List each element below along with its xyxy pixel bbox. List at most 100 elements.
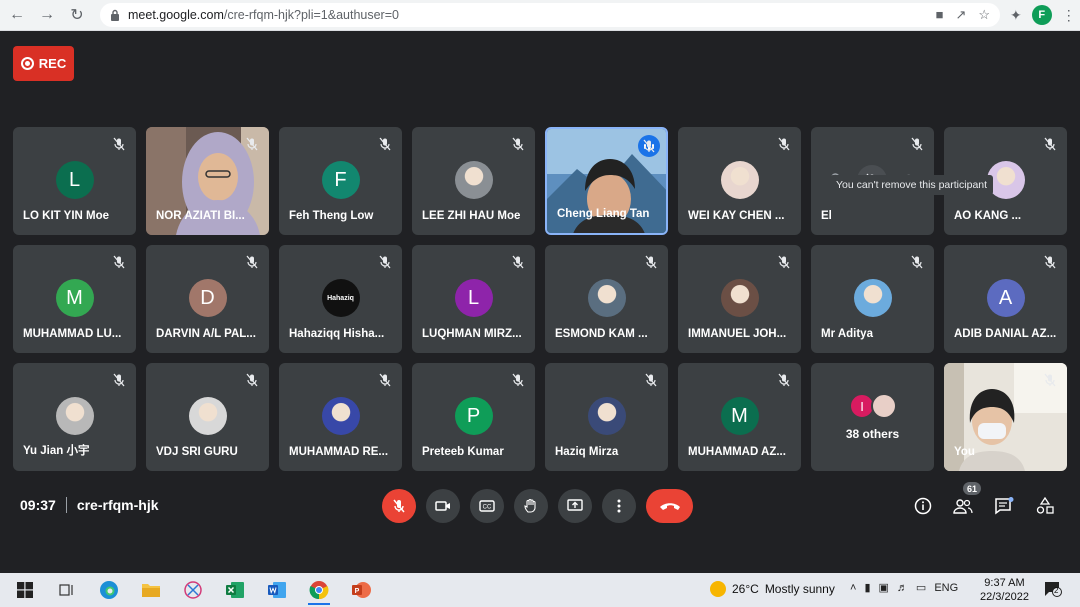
avatar	[587, 397, 626, 435]
extensions-icon[interactable]: ✦	[1010, 7, 1022, 24]
participant-tile[interactable]: A ADIB DANIAL AZ...	[944, 245, 1067, 353]
excel-icon[interactable]	[220, 575, 250, 605]
chat-icon	[995, 497, 1014, 515]
chrome-icon[interactable]	[304, 575, 334, 605]
url-host: meet.google.com	[128, 8, 224, 22]
camera-button[interactable]	[426, 489, 460, 523]
volume-icon[interactable]: ♬	[897, 582, 908, 594]
address-bar[interactable]: meet.google.com/cre-rfqm-hjk?pli=1&authu…	[100, 3, 1000, 27]
participant-tile[interactable]: You	[944, 363, 1067, 471]
leave-call-button[interactable]	[646, 489, 693, 523]
mic-off-icon	[910, 137, 924, 151]
avatar	[55, 397, 94, 435]
mic-off-icon	[378, 137, 392, 151]
activities-button[interactable]	[1034, 495, 1056, 517]
profile-avatar[interactable]: F	[1031, 5, 1052, 25]
participant-tile[interactable]: L LO KIT YIN Moe	[13, 127, 136, 235]
reload-icon[interactable]: ↻	[64, 2, 90, 28]
microphone-icon[interactable]: ▮	[864, 581, 870, 594]
participant-tile[interactable]: Cheng Liang Tan	[545, 127, 668, 235]
avatar: L	[454, 279, 493, 317]
participant-name: MUHAMMAD RE...	[289, 446, 389, 458]
windows-start-icon[interactable]	[10, 575, 40, 605]
mic-off-icon	[644, 373, 658, 387]
avatar: L	[55, 161, 94, 199]
language-indicator[interactable]: ENG	[934, 582, 958, 594]
participant-tile[interactable]: F Feh Theng Low	[279, 127, 402, 235]
microphone-off-button[interactable]	[382, 489, 416, 523]
participant-tile[interactable]: Hahaziq Hahaziqq Hisha...	[279, 245, 402, 353]
participant-tile[interactable]: I 38 others	[811, 363, 934, 471]
participant-name: IMMANUEL JOH...	[688, 328, 787, 340]
back-icon[interactable]: ←	[4, 2, 30, 28]
avatar	[720, 161, 759, 199]
avatar	[720, 279, 759, 317]
edge-browser-icon[interactable]	[94, 575, 124, 605]
record-icon	[20, 57, 34, 70]
present-button[interactable]	[558, 489, 592, 523]
chevron-up-icon[interactable]: ˄	[850, 582, 856, 594]
taskbar-clock[interactable]: 9:37 AM 22/3/2022	[980, 576, 1029, 604]
avatar: Hahaziq	[321, 279, 360, 317]
file-explorer-icon[interactable]	[136, 575, 166, 605]
participant-tile[interactable]: ESMOND KAM ...	[545, 245, 668, 353]
temperature: 26°C	[732, 582, 759, 596]
participant-name: Preteeb Kumar	[422, 446, 504, 458]
participant-tile[interactable]: MUHAMMAD RE...	[279, 363, 402, 471]
participant-tile[interactable]: LEE ZHI HAU Moe	[412, 127, 535, 235]
participant-name: Mr Aditya	[821, 328, 873, 340]
mic-off-icon	[777, 373, 791, 387]
weather-widget[interactable]: 26°C Mostly sunny	[710, 581, 835, 597]
participant-tile[interactable]: Mr Aditya	[811, 245, 934, 353]
notification-center[interactable]: 2	[1044, 581, 1062, 597]
avatar: P	[454, 397, 493, 435]
forward-icon[interactable]: →	[34, 2, 60, 28]
svg-text:P: P	[355, 588, 360, 595]
participant-name: LEE ZHI HAU Moe	[422, 210, 521, 222]
menu-icon[interactable]: ⋮	[1062, 7, 1076, 24]
clock-date: 22/3/2022	[980, 591, 1029, 603]
activities-icon	[1036, 497, 1054, 514]
participant-name: VDJ SRI GURU	[156, 446, 238, 458]
participant-tile[interactable]: WEI KAY CHEN ...	[678, 127, 801, 235]
captions-button[interactable]: CC	[470, 489, 504, 523]
participant-tile[interactable]: L LUQHMAN MIRZ...	[412, 245, 535, 353]
raise-hand-button[interactable]	[514, 489, 548, 523]
avatar	[871, 393, 897, 419]
camera-icon[interactable]: ■	[936, 7, 944, 23]
lock-icon	[110, 9, 120, 21]
participant-tile[interactable]: M MUHAMMAD LU...	[13, 245, 136, 353]
star-icon[interactable]: ☆	[978, 7, 990, 23]
participant-tile[interactable]: VDJ SRI GURU	[146, 363, 269, 471]
weather-status: Mostly sunny	[764, 582, 835, 596]
mic-off-icon	[1043, 255, 1057, 269]
mic-off-icon	[642, 139, 656, 153]
participant-tile[interactable]: D DARVIN A/L PAL...	[146, 245, 269, 353]
powerpoint-icon[interactable]: P	[346, 575, 376, 605]
participant-tile[interactable]: Haziq Mirza	[545, 363, 668, 471]
mic-off-icon	[1043, 373, 1057, 387]
avatar: M	[720, 397, 759, 435]
meeting-details-button[interactable]	[912, 495, 934, 517]
system-tray: ˄ ▮ ▣ ♬ ▭ ENG	[850, 581, 958, 595]
word-icon[interactable]	[262, 575, 292, 605]
participant-tile[interactable]: NOR AZIATI BI...	[146, 127, 269, 235]
present-icon	[567, 499, 583, 511]
network-icon[interactable]: ▣	[879, 581, 889, 594]
avatar	[454, 161, 493, 199]
participant-tile[interactable]: Yu Jian 小宇	[13, 363, 136, 471]
participant-tile[interactable]: M MUHAMMAD AZ...	[678, 363, 801, 471]
more-options-button[interactable]	[602, 489, 636, 523]
participant-tile[interactable]: P Preteeb Kumar	[412, 363, 535, 471]
mic-off-icon	[245, 373, 259, 387]
participant-tile[interactable]: IMMANUEL JOH...	[678, 245, 801, 353]
chat-button[interactable]	[993, 495, 1015, 517]
people-button[interactable]	[952, 495, 974, 517]
people-icon	[953, 499, 973, 514]
share-icon[interactable]: ↗	[955, 7, 966, 23]
task-view-icon[interactable]	[52, 575, 82, 605]
captions-icon: CC	[479, 500, 495, 512]
snipping-tool-icon[interactable]	[178, 575, 208, 605]
mic-off-icon	[511, 137, 525, 151]
battery-icon[interactable]: ▭	[916, 581, 926, 594]
